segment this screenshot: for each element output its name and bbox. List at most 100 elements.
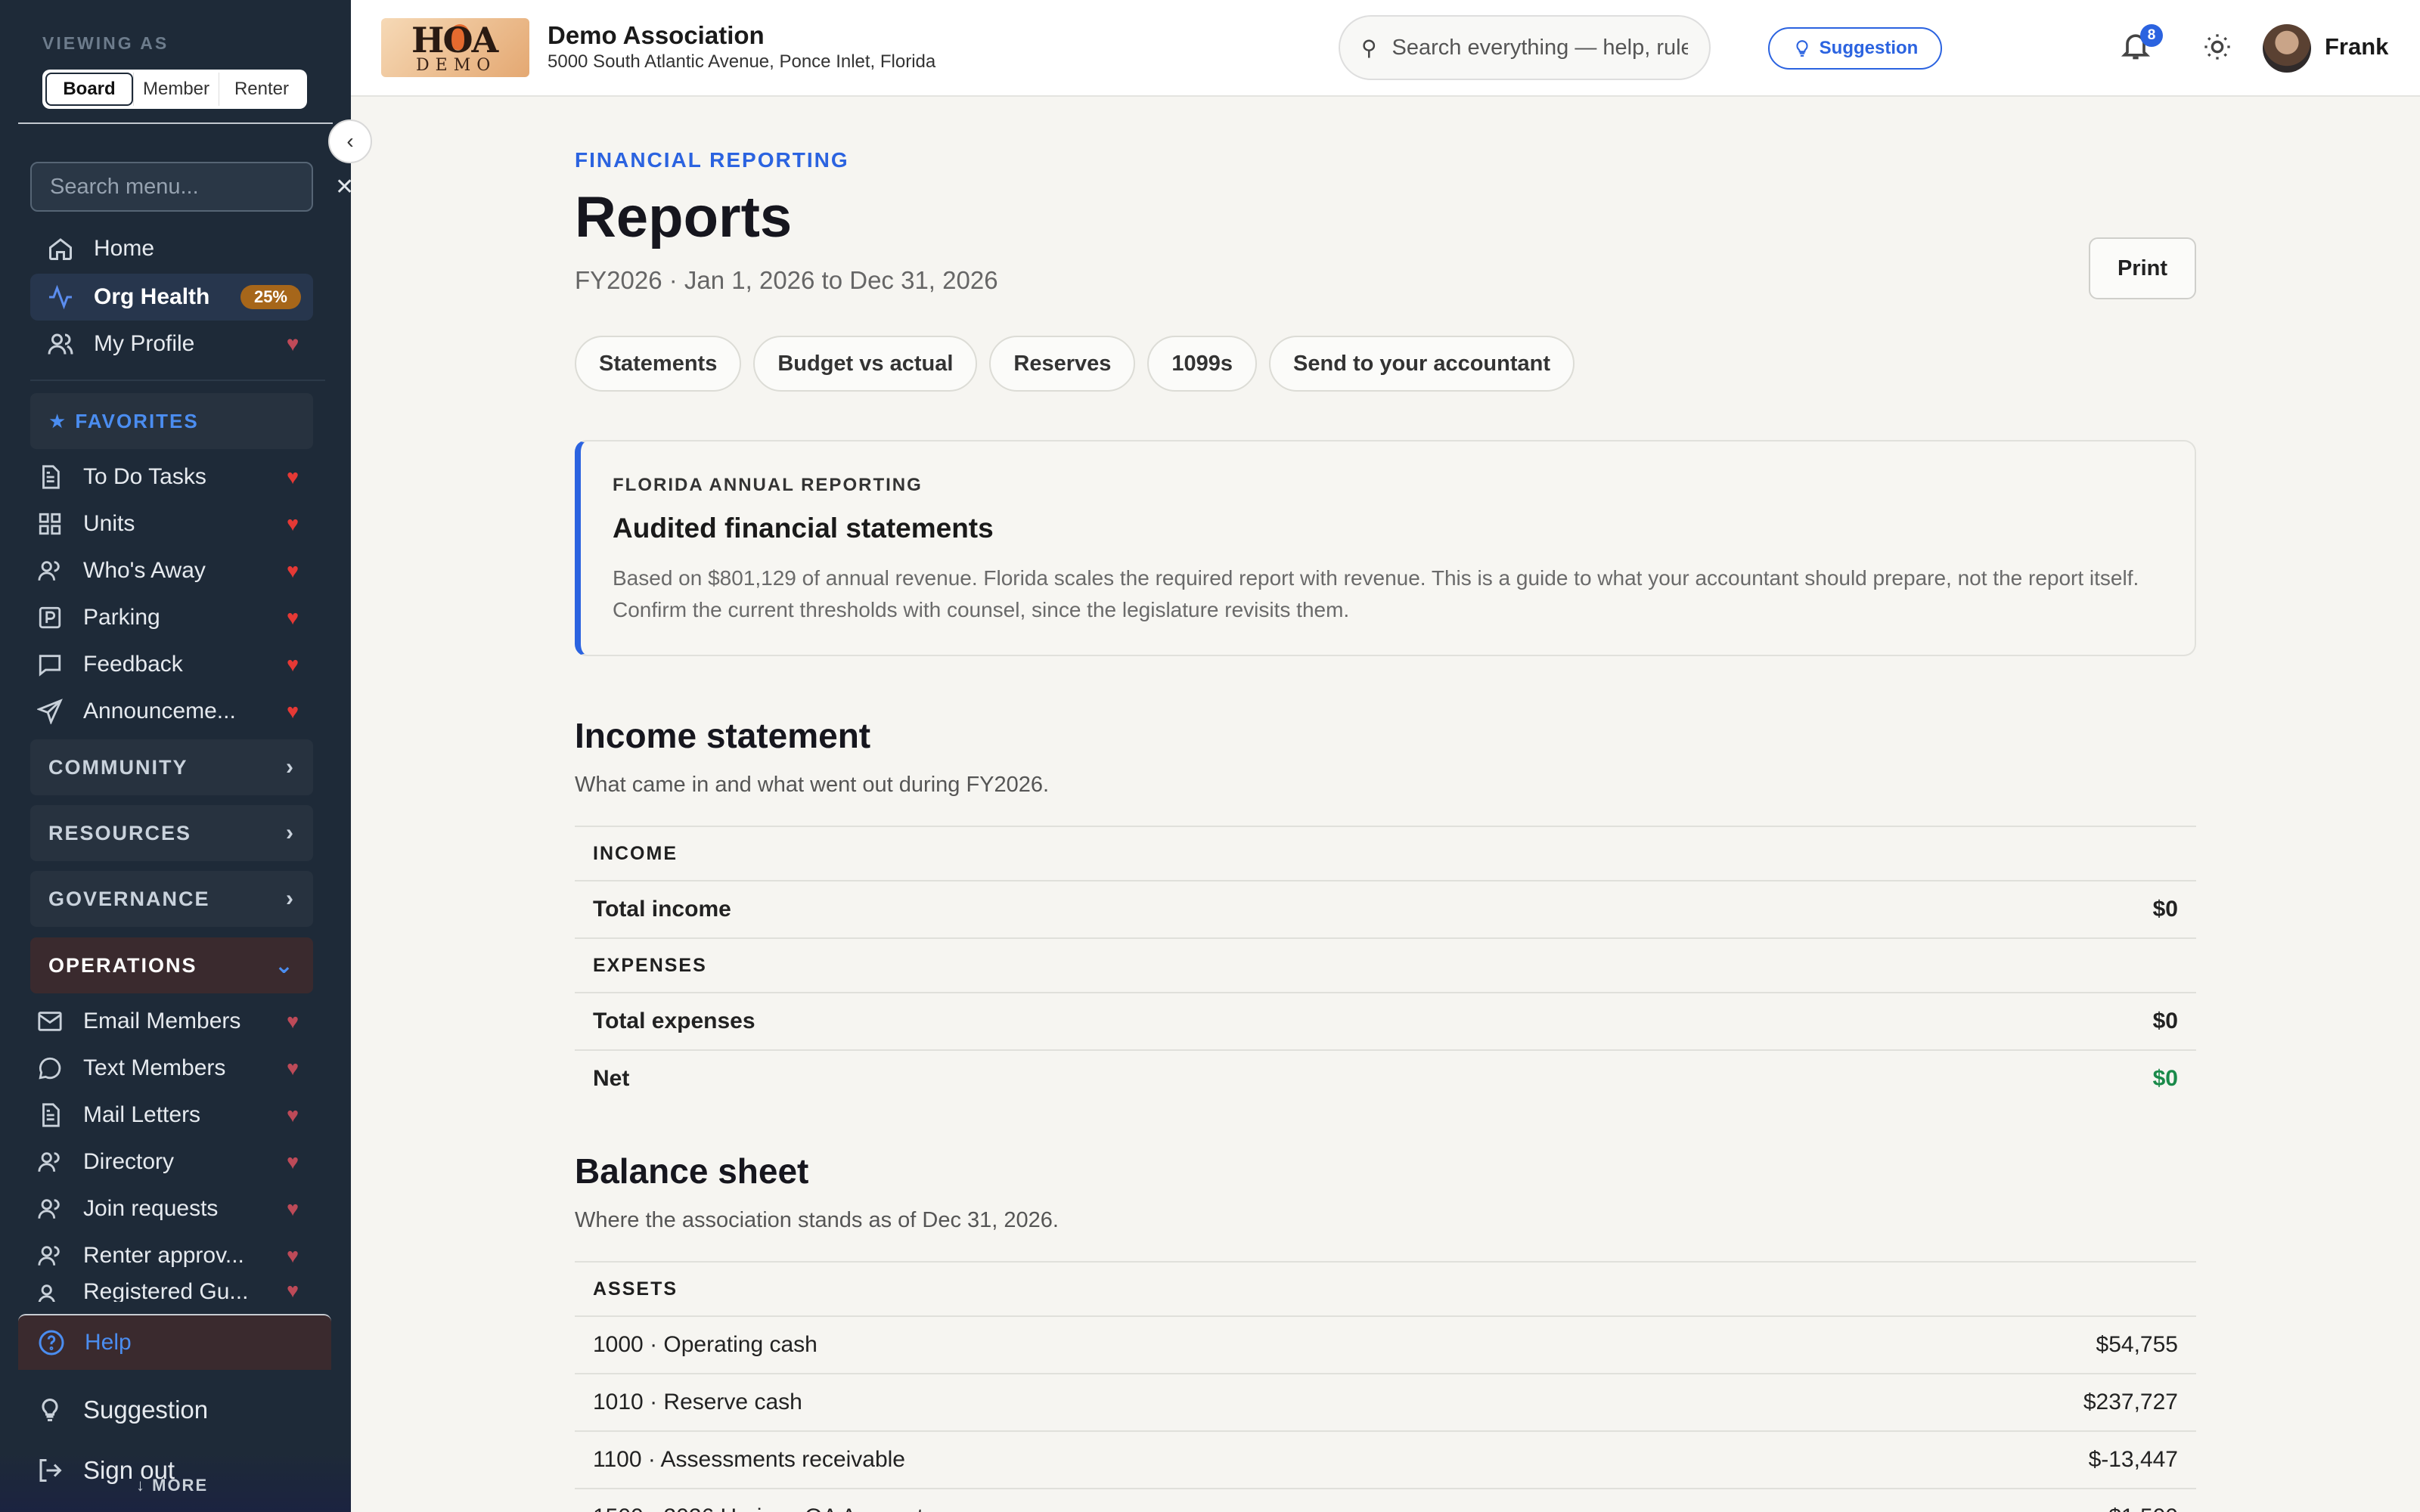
tab-1099s[interactable]: 1099s xyxy=(1147,336,1258,392)
heart-icon[interactable]: ♥ xyxy=(281,513,304,536)
print-button[interactable]: Print xyxy=(2089,237,2196,299)
heart-icon[interactable]: ♥ xyxy=(281,1198,304,1221)
theme-toggle-button[interactable] xyxy=(2202,32,2235,65)
sidebar-item-parking[interactable]: Parking ♥ xyxy=(30,594,313,641)
lightbulb-icon xyxy=(1796,40,1808,57)
section-community[interactable]: COMMUNITY › xyxy=(30,739,313,795)
chevron-left-icon: ‹ xyxy=(346,129,354,153)
sidebar-item-label: Who's Away xyxy=(83,558,206,583)
table-section-header: EXPENSES xyxy=(575,937,2196,992)
sidebar-divider xyxy=(18,122,333,124)
clear-search-icon[interactable]: ✕ xyxy=(335,174,351,200)
sidebar-item-label: Mail Letters xyxy=(83,1102,201,1127)
tab-reserves[interactable]: Reserves xyxy=(989,336,1136,392)
org-logo[interactable]: HOA DEMO xyxy=(381,18,529,77)
role-member-button[interactable]: Member xyxy=(133,73,219,106)
help-circle-icon xyxy=(36,1328,67,1358)
sidebar-item-org-health[interactable]: Org Health 25% xyxy=(30,274,313,321)
users-icon xyxy=(35,1194,65,1224)
callout-body: Based on $801,129 of annual revenue. Flo… xyxy=(613,566,2139,621)
table-row: 1010 · Reserve cash $237,727 xyxy=(575,1373,2196,1430)
sidebar-item-suggestion[interactable]: Suggestion xyxy=(30,1383,333,1436)
suggestion-button[interactable]: Suggestion xyxy=(1768,27,1942,70)
sidebar-item-registered-guests[interactable]: Registered Gu... ♥ xyxy=(30,1279,313,1302)
row-label: Total income xyxy=(593,897,731,922)
balance-sheet-desc: Where the association stands as of Dec 3… xyxy=(575,1208,1059,1232)
sidebar-item-announcements[interactable]: Announceme... ♥ xyxy=(30,688,313,735)
section-label: GOVERNANCE xyxy=(48,887,210,910)
role-renter-button[interactable]: Renter xyxy=(219,73,304,106)
heart-icon[interactable]: ♥ xyxy=(281,1151,304,1174)
heart-icon[interactable]: ♥ xyxy=(281,1104,304,1127)
section-label: OPERATIONS xyxy=(48,953,197,977)
heart-icon[interactable]: ♥ xyxy=(281,653,304,677)
global-search-input[interactable] xyxy=(1392,35,1688,60)
favorites-header: ★ FAVORITES xyxy=(30,393,313,449)
callout-eyebrow: FLORIDA ANNUAL REPORTING xyxy=(613,475,923,495)
notifications-button[interactable]: 8 xyxy=(2119,24,2163,68)
sidebar-item-directory[interactable]: Directory ♥ xyxy=(30,1139,313,1185)
sidebar-item-join-requests[interactable]: Join requests ♥ xyxy=(30,1185,313,1232)
sidebar-item-help[interactable]: Help xyxy=(18,1314,331,1370)
heart-icon[interactable]: ♥ xyxy=(281,1279,304,1302)
section-resources[interactable]: RESOURCES › xyxy=(30,805,313,861)
tab-send-to-accountant[interactable]: Send to your accountant xyxy=(1269,336,1575,392)
users-icon xyxy=(35,1147,65,1177)
section-operations[interactable]: OPERATIONS ⌄ xyxy=(30,937,313,993)
favorites-label: FAVORITES xyxy=(75,409,199,432)
chevron-right-icon: › xyxy=(286,754,295,779)
topbar: HOA DEMO Demo Association 5000 South Atl… xyxy=(351,0,2420,97)
menu-search-input[interactable] xyxy=(50,174,335,200)
users-icon xyxy=(35,1241,65,1271)
role-board-button[interactable]: Board xyxy=(45,73,133,106)
sidebar-item-email-members[interactable]: Email Members ♥ xyxy=(30,998,313,1045)
sidebar-item-renter-approvals[interactable]: Renter approv... ♥ xyxy=(30,1232,313,1279)
sidebar-item-whos-away[interactable]: Who's Away ♥ xyxy=(30,547,313,594)
heart-icon[interactable]: ♥ xyxy=(281,1244,304,1268)
heart-icon[interactable]: ♥ xyxy=(281,1057,304,1080)
sidebar-item-to-do-tasks[interactable]: To Do Tasks ♥ xyxy=(30,454,313,500)
table-row: Total expenses $0 xyxy=(575,992,2196,1049)
page-eyebrow: FINANCIAL REPORTING xyxy=(575,148,849,172)
sidebar-item-label: Feedback xyxy=(83,652,183,677)
callout-title: Audited financial statements xyxy=(613,513,994,544)
users-icon xyxy=(35,556,65,586)
tab-budget-vs-actual[interactable]: Budget vs actual xyxy=(753,336,978,392)
florida-reporting-callout: FLORIDA ANNUAL REPORTING Audited financi… xyxy=(575,440,2196,656)
user-name[interactable]: Frank xyxy=(2325,33,2388,60)
more-link[interactable]: ↓ MORE xyxy=(136,1476,208,1495)
heart-icon[interactable]: ♥ xyxy=(281,606,304,630)
collapse-sidebar-button[interactable]: ‹ xyxy=(328,119,372,163)
sidebar-item-home[interactable]: Home xyxy=(30,225,313,272)
avatar[interactable] xyxy=(2263,24,2311,73)
user-icon xyxy=(45,329,76,359)
row-value: $54,755 xyxy=(2096,1332,2178,1357)
tab-statements[interactable]: Statements xyxy=(575,336,742,392)
sidebar-item-label: Join requests xyxy=(83,1196,219,1221)
heart-icon[interactable]: ♥ xyxy=(281,1010,304,1033)
heart-icon[interactable]: ♥ xyxy=(281,559,304,583)
sidebar-item-label: Directory xyxy=(83,1149,175,1174)
sidebar-item-feedback[interactable]: Feedback ♥ xyxy=(30,641,313,688)
sidebar-item-mail-letters[interactable]: Mail Letters ♥ xyxy=(30,1092,313,1139)
sidebar-item-text-members[interactable]: Text Members ♥ xyxy=(30,1045,313,1092)
sidebar-item-label: Org Health xyxy=(94,284,210,309)
section-governance[interactable]: GOVERNANCE › xyxy=(30,871,313,927)
role-switcher: Board Member Renter xyxy=(42,70,307,109)
help-label: Help xyxy=(85,1330,132,1355)
table-row: 1500 · 2026 Horizon QA Account $1,500 xyxy=(575,1488,2196,1512)
balance-sheet-table: ASSETS 1000 · Operating cash $54,755 101… xyxy=(575,1261,2196,1512)
sidebar-item-my-profile[interactable]: My Profile ♥ xyxy=(30,321,313,367)
viewing-as-label: VIEWING AS xyxy=(42,33,169,53)
sidebar-item-label: Home xyxy=(94,236,155,261)
heart-icon[interactable]: ♥ xyxy=(281,332,304,356)
row-value: $0 xyxy=(2152,1066,2178,1091)
lightbulb-icon xyxy=(35,1395,65,1425)
star-icon: ★ xyxy=(48,409,68,432)
sun-icon xyxy=(2204,34,2230,60)
heart-icon[interactable]: ♥ xyxy=(281,700,304,723)
org-address: 5000 South Atlantic Avenue, Ponce Inlet,… xyxy=(548,51,936,72)
sidebar-item-units[interactable]: Units ♥ xyxy=(30,500,313,547)
heart-icon[interactable]: ♥ xyxy=(281,466,304,489)
chevron-right-icon: › xyxy=(286,820,295,845)
